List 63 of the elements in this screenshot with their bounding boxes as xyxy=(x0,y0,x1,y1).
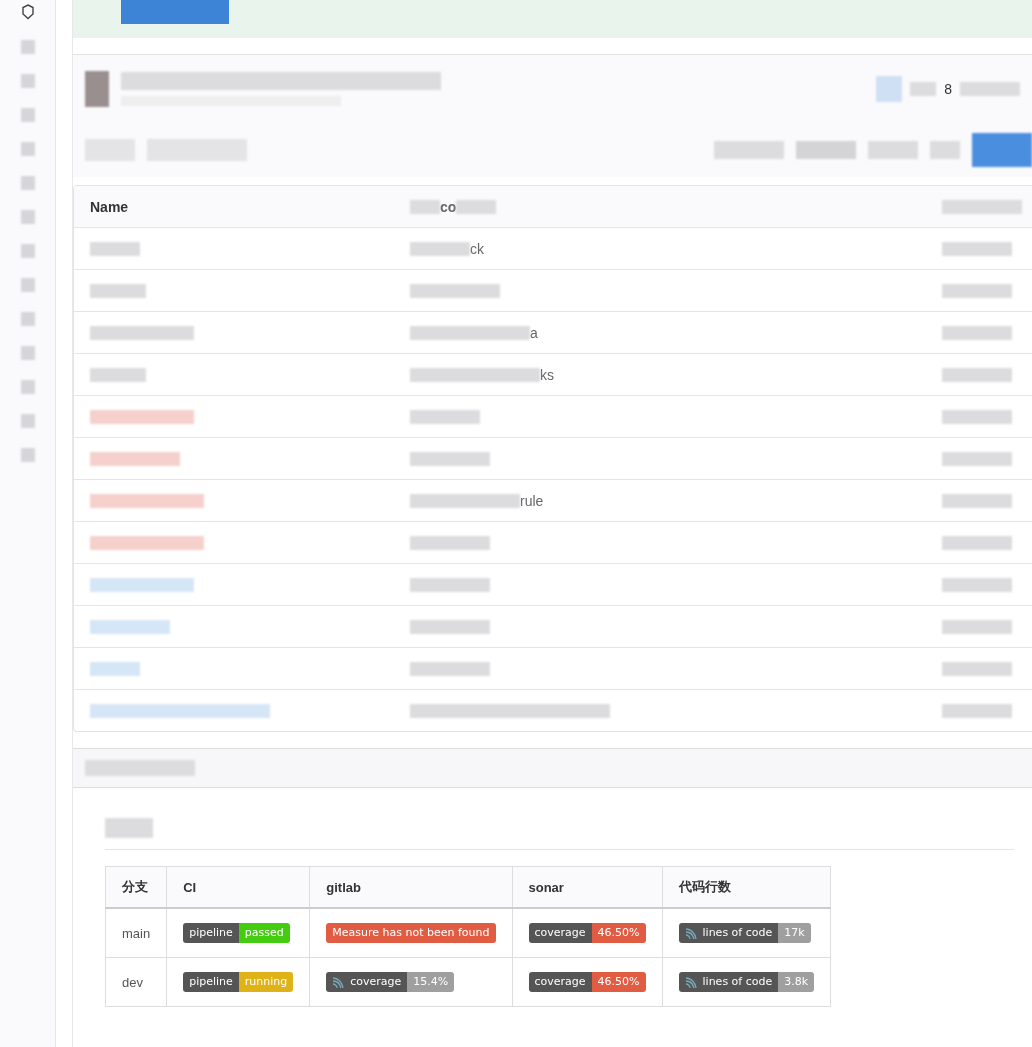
blurred-block xyxy=(20,40,35,54)
blurred-block xyxy=(90,661,140,676)
blurred-block xyxy=(942,661,1012,676)
blurred-block xyxy=(942,283,1012,298)
blurred-block xyxy=(796,141,856,159)
blurred-block xyxy=(20,74,35,88)
wave-icon xyxy=(684,975,699,989)
blurred-block xyxy=(942,409,1012,424)
blurred-block xyxy=(85,71,109,107)
blurred-block xyxy=(90,283,146,298)
blurred-block xyxy=(942,493,1012,508)
blurred-block xyxy=(942,535,1012,550)
column-header: sonar xyxy=(512,866,663,908)
column-header[interactable]: co xyxy=(440,198,457,215)
blurred-block xyxy=(20,346,35,360)
blurred-block xyxy=(876,76,903,102)
commit-message: ck xyxy=(470,240,484,257)
blurred-block xyxy=(942,241,1012,256)
blurred-block xyxy=(90,367,146,382)
blurred-block xyxy=(20,176,35,190)
blurred-block xyxy=(714,141,784,159)
column-header[interactable]: Name xyxy=(90,198,410,215)
blurred-block xyxy=(410,409,480,424)
column-header: 分支 xyxy=(105,866,167,908)
wave-icon xyxy=(684,926,699,940)
count-label: 8 xyxy=(944,81,952,97)
blurred-block xyxy=(410,199,440,214)
column-header: gitlab xyxy=(309,866,512,908)
blurred-block xyxy=(942,703,1012,718)
blurred-block xyxy=(930,141,960,159)
blurred-block xyxy=(20,108,35,122)
blurred-button[interactable] xyxy=(121,0,229,24)
blurred-block xyxy=(960,82,1020,96)
blurred-block xyxy=(942,619,1012,634)
branch-name: dev xyxy=(122,974,143,990)
blurred-block xyxy=(942,451,1012,466)
blurred-block xyxy=(20,210,35,224)
blurred-block xyxy=(20,448,35,462)
blurred-block xyxy=(20,414,35,428)
commit-message: ks xyxy=(540,366,554,383)
blurred-block xyxy=(105,818,153,838)
blurred-block xyxy=(868,141,918,159)
blurred-block xyxy=(20,312,35,326)
wave-icon xyxy=(332,975,347,989)
blurred-block xyxy=(942,367,1012,382)
blurred-block xyxy=(20,380,35,394)
blurred-block xyxy=(942,577,1012,592)
status-badge: Measure has not been found xyxy=(326,923,496,943)
commit-message: a xyxy=(530,324,538,341)
blurred-block xyxy=(456,199,497,214)
commit-message: rule xyxy=(520,492,544,509)
blurred-block xyxy=(20,244,35,258)
branch-name: main xyxy=(122,925,151,941)
blurred-block xyxy=(20,278,35,292)
shield-icon xyxy=(20,4,35,20)
blurred-block xyxy=(972,133,1032,167)
blurred-block xyxy=(910,82,937,96)
blurred-block xyxy=(90,241,140,256)
blurred-block xyxy=(410,241,470,256)
column-header: 代码行数 xyxy=(662,866,831,908)
blurred-block xyxy=(20,142,35,156)
column-header: CI xyxy=(166,866,310,908)
blurred-block xyxy=(942,325,1012,340)
